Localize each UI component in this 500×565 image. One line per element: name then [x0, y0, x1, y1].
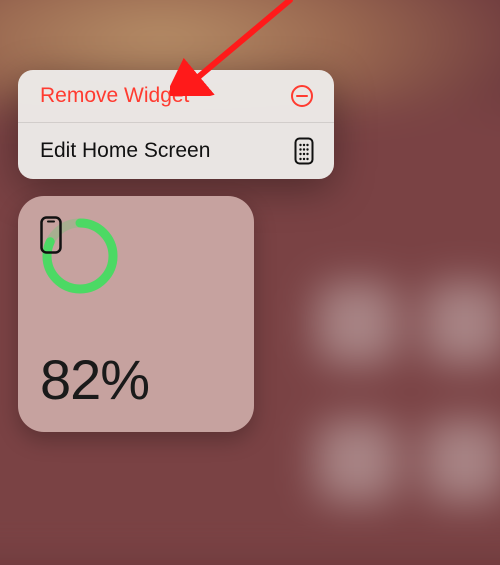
- battery-ring: [40, 216, 120, 296]
- home-screen-icon: [294, 137, 314, 165]
- iphone-icon: [40, 216, 120, 296]
- remove-widget-menu-item[interactable]: Remove Widget: [18, 70, 334, 122]
- remove-icon: [290, 84, 314, 108]
- batteries-widget[interactable]: 82%: [18, 196, 254, 432]
- battery-percent-text: 82%: [40, 347, 232, 412]
- menu-item-label: Edit Home Screen: [40, 139, 210, 163]
- menu-item-label: Remove Widget: [40, 84, 189, 108]
- edit-home-screen-menu-item[interactable]: Edit Home Screen: [18, 122, 334, 179]
- widget-context-menu: Remove Widget Edit Home Screen: [18, 70, 334, 179]
